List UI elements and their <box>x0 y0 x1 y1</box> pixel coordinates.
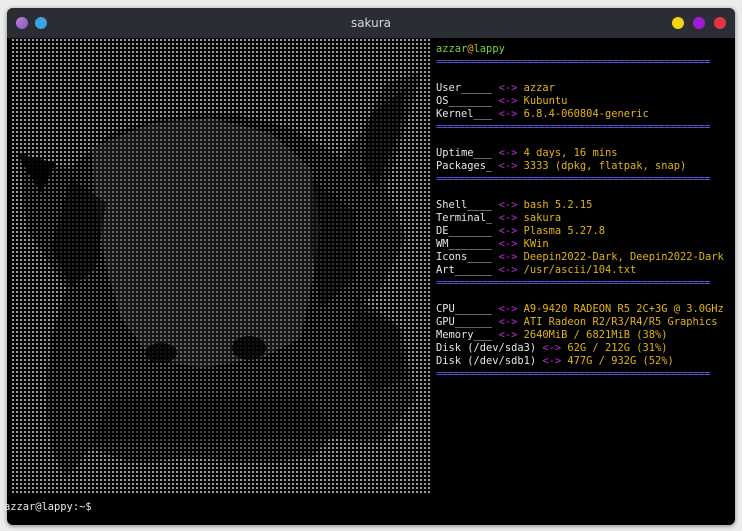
arrow-glyph: <-> <box>498 212 518 224</box>
info-value: Deepin2022-Dark, Deepin2022-Dark <box>523 251 724 263</box>
ascii-art-shading <box>16 73 421 478</box>
info-key: Disk (/dev/sdb1) <box>436 355 537 367</box>
info-value: sakura <box>523 212 562 224</box>
info-value: bash 5.2.15 <box>523 199 593 211</box>
info-value: 4 days, 16 mins <box>523 147 618 159</box>
arrow-glyph: <-> <box>498 160 518 172</box>
info-value: KWin <box>523 238 549 250</box>
arrow-glyph: <-> <box>498 264 518 276</box>
info-row-gpu: GPU______ <-> ATI Radeon R2/R3/R4/R5 Gra… <box>436 316 726 329</box>
info-key: Disk (/dev/sda3) <box>436 342 537 354</box>
info-row-packages: Packages_ <-> 3333 (dpkg, flatpak, snap) <box>436 160 726 173</box>
info-row-os: OS_______ <-> Kubuntu <box>436 95 726 108</box>
separator-line: ========================================… <box>436 173 710 185</box>
info-row-memory: Memory___ <-> 2640MiB / 6821MiB (38%) <box>436 329 726 342</box>
info-value: 6.8.4-060804-generic <box>523 108 649 120</box>
info-row-icons: Icons____ <-> Deepin2022-Dark, Deepin202… <box>436 251 726 264</box>
arrow-glyph: <-> <box>542 342 562 354</box>
title-bar[interactable]: sakura <box>7 8 735 38</box>
info-key: Kernel___ <box>436 108 493 120</box>
info-key: Shell____ <box>436 199 493 211</box>
info-value: 477G / 932G (52%) <box>567 355 674 367</box>
user-host-header: azzar@lappy <box>436 43 726 56</box>
ascii-art <box>11 38 432 494</box>
close-button[interactable] <box>714 17 726 29</box>
separator-line: ========================================… <box>436 277 710 289</box>
header-host: lappy <box>473 43 505 55</box>
arrow-glyph: <-> <box>498 316 518 328</box>
info-key: Packages_ <box>436 160 493 172</box>
info-value: 62G / 212G (31%) <box>567 342 668 354</box>
system-info-panel: azzar@lappy ============================… <box>436 43 726 381</box>
info-value: Kubuntu <box>523 95 568 107</box>
arrow-glyph: <-> <box>498 108 518 120</box>
info-key: GPU______ <box>436 316 493 328</box>
info-row-cpu: CPU______ <-> A9-9420 RADEON R5 2C+3G @ … <box>436 303 726 316</box>
info-key: User_____ <box>436 82 493 94</box>
shell-prompt[interactable]: azzar@lappy:~$ <box>4 499 104 513</box>
arrow-glyph: <-> <box>498 199 518 211</box>
info-value: A9-9420 RADEON R5 2C+3G @ 3.0GHz <box>523 303 724 315</box>
info-row-terminal: Terminal_ <-> sakura <box>436 212 726 225</box>
info-key: Icons____ <box>436 251 493 263</box>
info-key: Uptime___ <box>436 147 493 159</box>
info-key: OS_______ <box>436 95 493 107</box>
arrow-glyph: <-> <box>498 147 518 159</box>
separator-line: ========================================… <box>436 121 710 133</box>
info-value: 2640MiB / 6821MiB (38%) <box>523 329 668 341</box>
info-row-uptime: Uptime___ <-> 4 days, 16 mins <box>436 147 726 160</box>
info-value: /usr/ascii/104.txt <box>523 264 637 276</box>
info-row-kernel: Kernel___ <-> 6.8.4-060804-generic <box>436 108 726 121</box>
separator-line: ========================================… <box>436 56 710 68</box>
info-key: Art______ <box>436 264 493 276</box>
info-value: 3333 (dpkg, flatpak, snap) <box>523 160 687 172</box>
arrow-glyph: <-> <box>542 355 562 367</box>
separator-line: ========================================… <box>436 368 710 380</box>
info-key: WM_______ <box>436 238 493 250</box>
arrow-glyph: <-> <box>498 303 518 315</box>
prompt-text: azzar@lappy:~$ <box>4 501 98 513</box>
info-row-user: User_____ <-> azzar <box>436 82 726 95</box>
info-key: CPU______ <box>436 303 493 315</box>
minimize-button[interactable] <box>672 17 684 29</box>
info-row-de: DE_______ <-> Plasma 5.27.8 <box>436 225 726 238</box>
arrow-glyph: <-> <box>498 329 518 341</box>
info-value: ATI Radeon R2/R3/R4/R5 Graphics <box>523 316 718 328</box>
window-title: sakura <box>350 16 392 30</box>
info-value: azzar <box>523 82 555 94</box>
info-key: Memory___ <box>436 329 493 341</box>
maximize-button[interactable] <box>693 17 705 29</box>
arrow-glyph: <-> <box>498 82 518 94</box>
header-user: azzar <box>436 43 468 55</box>
info-value: Plasma 5.27.8 <box>523 225 605 237</box>
info-row-shell: Shell____ <-> bash 5.2.15 <box>436 199 726 212</box>
info-key: Terminal_ <box>436 212 493 224</box>
arrow-glyph: <-> <box>498 251 518 263</box>
info-key: DE_______ <box>436 225 493 237</box>
arrow-glyph: <-> <box>498 225 518 237</box>
arrow-glyph: <-> <box>498 238 518 250</box>
info-row-disk-sdb1: Disk (/dev/sdb1) <-> 477G / 932G (52%) <box>436 355 726 368</box>
info-row-disk-sda3: Disk (/dev/sda3) <-> 62G / 212G (31%) <box>436 342 726 355</box>
info-row-art: Art______ <-> /usr/ascii/104.txt <box>436 264 726 277</box>
text-cursor <box>98 499 104 510</box>
info-row-wm: WM_______ <-> KWin <box>436 238 726 251</box>
arrow-glyph: <-> <box>498 95 518 107</box>
